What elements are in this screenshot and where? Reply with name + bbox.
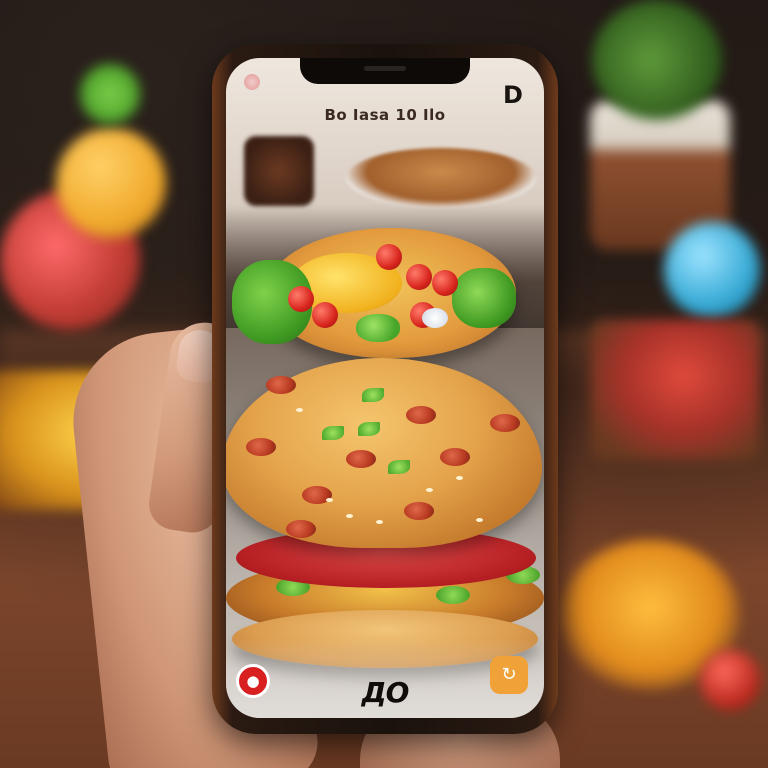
background-dish [346,148,536,208]
pepperoni-slice [406,406,436,424]
sesame-seed [476,518,483,522]
speaker-grille [364,66,406,71]
background-cup [244,136,314,206]
app-logo[interactable]: D [498,80,528,110]
pepperoni-slice [346,450,376,468]
pepperoni-slice [490,414,520,432]
background-leaves [80,64,140,124]
pepperoni-slice [266,376,296,394]
refresh-button[interactable]: ↻ [490,656,528,694]
background-plant [592,0,722,120]
background-berry [700,650,760,710]
lettuce [436,586,470,604]
notch [300,58,470,84]
tomato [288,286,314,312]
tomato [432,270,458,296]
herb-leaf [388,460,410,474]
pepperoni-slice [246,438,276,456]
refresh-icon: ↻ [501,664,517,685]
tomato [312,302,338,328]
herb-leaf [362,388,384,402]
app-title: Bo Iasa 10 Ilo [324,106,446,124]
tomato [376,244,402,270]
herb-leaf [358,422,380,436]
broccoli-middle [356,314,400,342]
background-blue-fruit [664,222,760,318]
pepperoni-slice [404,502,434,520]
sesame-seed [296,408,303,412]
sesame-seed [326,498,333,502]
status-indicator [244,74,260,90]
tomato [406,264,432,290]
cream-dollop [422,308,448,328]
sesame-seed [376,520,383,524]
sesame-seed [346,514,353,518]
broccoli-right [452,268,516,328]
sesame-seed [456,476,463,480]
background-orange [56,128,166,238]
herb-leaf [322,426,344,440]
phone-screen: Bo Iasa 10 Ilo D ● ДО ↻ [226,58,544,718]
background-tomato-crate [590,320,760,460]
pepperoni-slice [440,448,470,466]
pepperoni-slice [286,520,316,538]
sesame-seed [426,488,433,492]
